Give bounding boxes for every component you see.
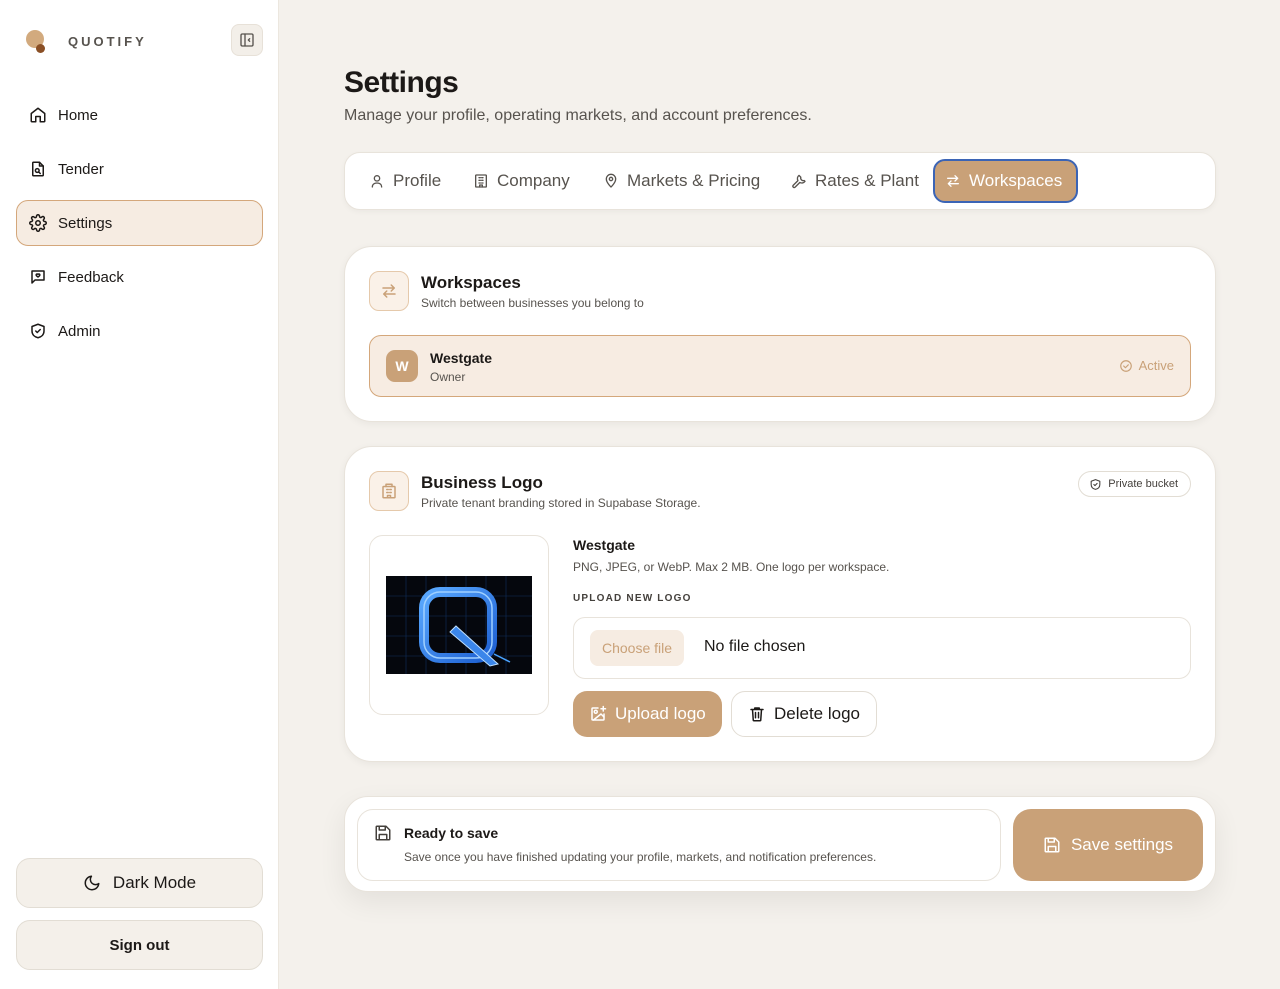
delete-logo-button[interactable]: Delete logo	[731, 691, 878, 737]
check-circle-icon	[1119, 359, 1133, 373]
sidebar-item-label: Home	[58, 106, 99, 124]
workspaces-card: Workspaces Switch between businesses you…	[344, 246, 1216, 422]
dark-mode-label: Dark Mode	[112, 873, 197, 892]
file-status: No file chosen	[704, 638, 806, 655]
tab-workspaces[interactable]: Workspaces	[933, 159, 1079, 203]
document-icon	[29, 160, 47, 178]
shield-icon	[1089, 478, 1102, 491]
business-logo-title: Business Logo	[421, 473, 543, 492]
tab-company[interactable]: Company	[463, 159, 584, 203]
brand-logo-icon	[26, 30, 48, 54]
logo-file-input[interactable]: Choose file No file chosen	[573, 617, 1191, 679]
delete-logo-label: Delete logo	[774, 704, 861, 723]
tab-label: Profile	[393, 171, 442, 190]
map-pin-icon	[603, 173, 619, 189]
business-logo-card: Business Logo Private tenant branding st…	[344, 446, 1216, 762]
save-description: Save once you have finished updating you…	[404, 850, 877, 864]
home-icon	[29, 106, 47, 124]
swap-icon	[380, 282, 398, 300]
sidebar-nav: Home Tender Settings Feedback Admin	[16, 92, 263, 362]
sidebar-item-label: Settings	[58, 214, 113, 232]
badge-label: Private bucket	[1108, 478, 1178, 490]
tab-markets-pricing[interactable]: Markets & Pricing	[593, 159, 774, 203]
workspace-name: Westgate	[430, 350, 492, 366]
wrench-icon	[791, 173, 807, 189]
workspaces-subtitle: Switch between businesses you belong to	[421, 296, 644, 310]
sidebar-item-home[interactable]: Home	[16, 92, 263, 138]
brand: QUOTIFY	[24, 24, 264, 58]
message-icon	[29, 268, 47, 286]
moon-icon	[83, 874, 101, 892]
sidebar-item-tender[interactable]: Tender	[16, 146, 263, 192]
tab-label: Rates & Plant	[815, 171, 919, 190]
sidebar-item-label: Feedback	[58, 268, 124, 286]
tab-label: Markets & Pricing	[627, 171, 761, 190]
sidebar: QUOTIFY Home Tender Settings Feedback Ad…	[0, 0, 279, 989]
save-info: Ready to save Save once you have finishe…	[357, 809, 1001, 881]
save-bar: Ready to save Save once you have finishe…	[344, 796, 1216, 892]
workspace-item[interactable]: W Westgate Owner Active	[369, 335, 1191, 397]
sidebar-toggle-icon	[239, 32, 255, 48]
gear-icon	[29, 214, 47, 232]
save-title: Ready to save	[404, 825, 499, 841]
save-settings-label: Save settings	[1070, 835, 1174, 854]
collapse-sidebar-button[interactable]	[231, 24, 263, 56]
upload-logo-button[interactable]: Upload logo	[573, 691, 722, 737]
sign-out-button[interactable]: Sign out	[16, 920, 263, 970]
building-icon	[380, 482, 398, 500]
sidebar-item-label: Admin	[58, 322, 101, 340]
save-icon	[1043, 836, 1061, 854]
sign-out-label: Sign out	[109, 936, 170, 954]
swap-icon	[945, 173, 961, 189]
trash-icon	[748, 705, 766, 723]
page-subtitle: Manage your profile, operating markets, …	[344, 107, 812, 124]
building-icon	[473, 173, 489, 189]
page-title: Settings	[344, 66, 459, 99]
workspace-logo-image	[386, 576, 532, 674]
workspaces-title: Workspaces	[421, 273, 521, 292]
choose-file-button[interactable]: Choose file	[590, 630, 685, 666]
logo-upload-hint: PNG, JPEG, or WebP. Max 2 MB. One logo p…	[573, 560, 890, 574]
workspace-role: Owner	[430, 370, 466, 384]
settings-tabs: Profile Company Markets & Pricing Rates …	[344, 152, 1216, 210]
workspace-status-label: Active	[1138, 358, 1174, 373]
brand-name: QUOTIFY	[68, 34, 147, 49]
logo-preview	[369, 535, 549, 715]
private-bucket-badge: Private bucket	[1078, 471, 1191, 497]
workspaces-card-icon	[369, 271, 409, 311]
tab-label: Workspaces	[969, 171, 1063, 190]
workspace-status: Active	[1119, 358, 1174, 373]
business-logo-subtitle: Private tenant branding stored in Supaba…	[421, 496, 701, 510]
business-logo-card-icon	[369, 471, 409, 511]
shield-icon	[29, 322, 47, 340]
upload-new-logo-label: UPLOAD NEW LOGO	[573, 593, 692, 604]
user-icon	[369, 173, 385, 189]
upload-logo-label: Upload logo	[615, 704, 706, 723]
tab-rates-plant[interactable]: Rates & Plant	[781, 159, 933, 203]
tab-profile[interactable]: Profile	[359, 159, 455, 203]
sidebar-item-feedback[interactable]: Feedback	[16, 254, 263, 300]
image-plus-icon	[589, 705, 607, 723]
sidebar-item-settings[interactable]: Settings	[16, 200, 263, 246]
save-settings-button[interactable]: Save settings	[1013, 809, 1203, 881]
dark-mode-button[interactable]: Dark Mode	[16, 858, 263, 908]
logo-workspace-name: Westgate	[573, 537, 635, 553]
sidebar-item-admin[interactable]: Admin	[16, 308, 263, 354]
sidebar-item-label: Tender	[58, 160, 104, 178]
tab-label: Company	[497, 171, 570, 190]
workspace-avatar: W	[386, 350, 418, 382]
save-icon	[374, 824, 392, 842]
